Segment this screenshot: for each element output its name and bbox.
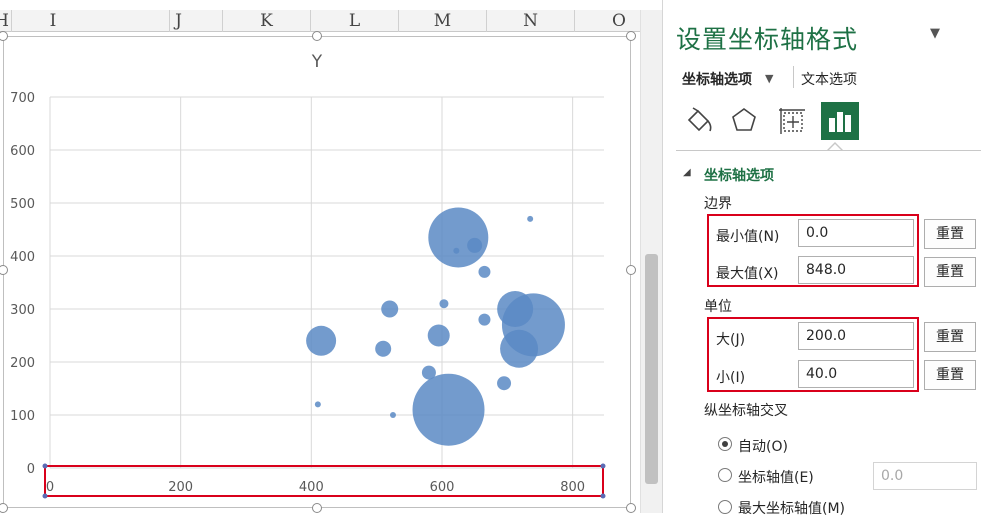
bubble-point [478, 313, 491, 326]
vertical-axis-crosses-heading: 纵坐标轴交叉 [704, 403, 788, 419]
bubble-point [375, 340, 392, 357]
bubble-point [314, 401, 321, 408]
radio-automatic[interactable] [718, 437, 732, 451]
max-label: 最大值(X) [716, 266, 779, 282]
tab-divider [793, 66, 794, 88]
y-tick-label: 500 [10, 197, 35, 212]
pane-title: 设置坐标轴格式 [676, 25, 859, 54]
reset-major-button[interactable]: 重置 [924, 322, 976, 352]
bubble-point [439, 299, 449, 309]
resize-handle-top[interactable] [312, 31, 322, 41]
x-tick-label: 200 [168, 480, 193, 495]
chevron-down-icon[interactable]: ▼ [765, 72, 773, 85]
min-value-input[interactable]: 0.0 [798, 219, 914, 247]
reset-min-button[interactable]: 重置 [924, 219, 976, 249]
x-axis-selection-handle [42, 463, 48, 469]
y-tick-label: 600 [10, 144, 35, 159]
effects-icon[interactable] [725, 102, 763, 140]
resize-handle-top-right[interactable] [626, 31, 636, 41]
size-properties-icon[interactable] [773, 102, 811, 140]
min-label: 最小值(N) [716, 229, 780, 245]
bubble-point [306, 325, 337, 356]
bubble-point [527, 215, 534, 222]
tab-axis-options[interactable]: 坐标轴选项 [682, 69, 752, 89]
column-headers: H I J K L M N O [0, 10, 640, 32]
resize-handle-right[interactable] [626, 265, 636, 275]
chart-title[interactable]: Y [311, 52, 323, 72]
bubble-point [389, 412, 396, 418]
x-tick-label: 600 [430, 480, 455, 495]
bubble-point [428, 207, 489, 268]
x-tick-label: 400 [299, 480, 324, 495]
resize-handle-bottom-right[interactable] [626, 503, 636, 513]
bubble-point [467, 237, 483, 253]
bubble-point [500, 329, 539, 368]
x-axis-selection-box[interactable] [44, 465, 604, 497]
minor-unit-label: 小(I) [716, 370, 746, 386]
resize-handle-bottom-left[interactable] [0, 503, 8, 513]
y-tick-label: 400 [10, 250, 35, 265]
x-tick-label: 0 [46, 480, 54, 495]
y-tick-label: 700 [10, 91, 35, 106]
bubble-point [427, 324, 450, 347]
radio-automatic-label[interactable]: 自动(O) [738, 436, 788, 456]
radio-max-axis-value-label[interactable]: 最大坐标轴值(M) [738, 498, 845, 518]
reset-max-button[interactable]: 重置 [924, 257, 976, 287]
chart-area[interactable]: Y 0 100 200 300 400 500 600 700 0 200 400 600 800 [3, 36, 631, 508]
max-value-input[interactable]: 848.0 [798, 256, 914, 284]
units-heading: 单位 [704, 299, 732, 315]
tab-text-options[interactable]: 文本选项 [801, 69, 857, 89]
resize-handle-bottom[interactable] [312, 503, 322, 513]
major-unit-input[interactable]: 200.0 [798, 322, 914, 350]
collapse-triangle-icon[interactable]: ◢ [683, 167, 691, 178]
bubble-point [497, 376, 512, 391]
radio-axis-value[interactable] [718, 468, 732, 482]
bubble-point [478, 265, 491, 278]
x-tick-label: 800 [560, 480, 585, 495]
pane-options-dropdown[interactable]: ▼ [930, 26, 940, 41]
bubble-point [381, 300, 399, 318]
y-tick-label: 300 [10, 303, 35, 318]
radio-max-axis-value[interactable] [718, 500, 732, 514]
bubble-point [497, 291, 534, 327]
x-axis-selection-handle [600, 493, 606, 499]
scrollbar-thumb[interactable] [645, 254, 658, 484]
vertical-scrollbar[interactable] [640, 10, 662, 513]
radio-axis-value-label[interactable]: 坐标轴值(E) [738, 467, 814, 487]
major-unit-label: 大(J) [716, 332, 746, 348]
section-axis-options[interactable]: 坐标轴选项 [704, 165, 774, 185]
column-header-j[interactable]: J [135, 10, 223, 32]
y-tick-label: 100 [10, 409, 35, 424]
fill-line-icon[interactable] [681, 102, 719, 140]
column-header-h[interactable]: H [0, 10, 12, 32]
reset-minor-button[interactable]: 重置 [924, 360, 976, 390]
column-header-o[interactable]: O [575, 10, 640, 32]
bubble-chart[interactable]: Y 0 100 200 300 400 500 600 700 0 200 400 600 800 [4, 37, 632, 509]
x-axis-selection-handle [600, 463, 606, 469]
bubble-point [412, 373, 485, 446]
y-tick-label: 200 [10, 356, 35, 371]
y-tick-label: 0 [27, 462, 35, 477]
axis-options-icon[interactable] [821, 102, 859, 140]
bubble-point [421, 365, 436, 380]
column-header-n[interactable]: N [487, 10, 575, 32]
axis-value-input[interactable]: 0.0 [873, 462, 977, 490]
column-header-m[interactable]: M [399, 10, 487, 32]
column-header-l[interactable]: L [311, 10, 399, 32]
bounds-heading: 边界 [704, 196, 732, 212]
format-axis-pane: 设置坐标轴格式 ▼ 坐标轴选项 ▼ 文本选项 ◢ 坐标轴选项 边界 最小值(N)… [662, 0, 981, 517]
minor-unit-input[interactable]: 40.0 [798, 360, 914, 388]
worksheet-area[interactable]: H I J K L M N O Y 0 100 200 300 400 500 600 700 0… [0, 0, 640, 513]
column-header-k[interactable]: K [223, 10, 311, 32]
x-axis-selection-handle [42, 493, 48, 499]
pane-divider [676, 150, 981, 151]
bubble-point [453, 247, 460, 254]
